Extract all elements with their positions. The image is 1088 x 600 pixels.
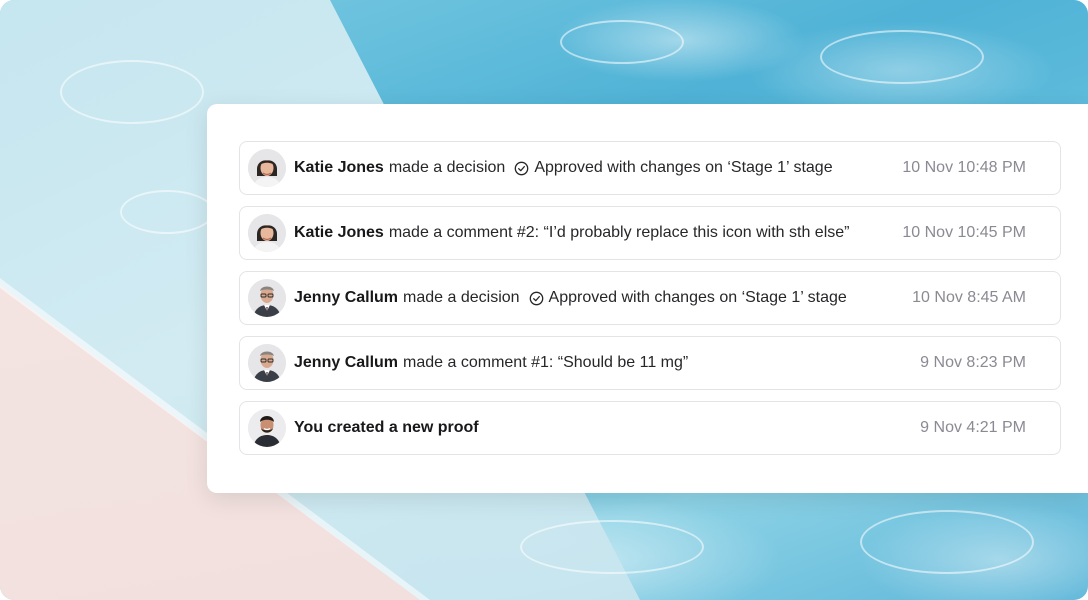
water-ripple bbox=[520, 520, 704, 574]
decision-label: Approved with changes on ‘Stage 1’ stage bbox=[534, 159, 833, 176]
water-ripple bbox=[820, 30, 984, 84]
activity-item[interactable]: Jenny Callum made a comment #1: “Should … bbox=[239, 336, 1061, 390]
water-ripple bbox=[120, 190, 214, 234]
activity-action: made a decision bbox=[403, 289, 520, 306]
user-name: Katie Jones bbox=[294, 159, 384, 176]
activity-text: Katie Jones made a comment #2: “I’d prob… bbox=[294, 224, 849, 242]
activity-action: made a comment #2: “I’d probably replace… bbox=[388, 224, 850, 241]
user-name: Jenny Callum bbox=[294, 289, 399, 306]
activity-timestamp: 10 Nov 8:45 AM bbox=[912, 289, 1026, 306]
decision-label: Approved with changes on ‘Stage 1’ stage bbox=[548, 289, 847, 306]
man-glasses-avatar-icon bbox=[248, 344, 286, 382]
woman-avatar-icon bbox=[248, 149, 286, 187]
activity-action: made a comment #1: “Should be 11 mg” bbox=[403, 354, 689, 371]
check-circle-icon bbox=[514, 161, 529, 175]
activity-text: Jenny Callum made a decision Approved wi… bbox=[294, 289, 847, 307]
activity-timestamp: 10 Nov 10:48 PM bbox=[902, 159, 1026, 176]
decision-status: Approved with changes on ‘Stage 1’ stage bbox=[514, 159, 833, 177]
activity-text: Katie Jones made a decision Approved wit… bbox=[294, 159, 833, 177]
activity-timestamp: 9 Nov 8:23 PM bbox=[920, 354, 1026, 371]
activity-item[interactable]: Katie Jones made a comment #2: “I’d prob… bbox=[239, 206, 1061, 260]
user-name: You created a new proof bbox=[294, 419, 479, 436]
user-name: Katie Jones bbox=[294, 224, 384, 241]
activity-item[interactable]: Katie Jones made a decision Approved wit… bbox=[239, 141, 1061, 195]
woman-avatar-icon bbox=[248, 214, 286, 252]
activity-text: Jenny Callum made a comment #1: “Should … bbox=[294, 354, 688, 372]
activity-action: made a decision bbox=[388, 159, 506, 176]
activity-list: Katie Jones made a decision Approved wit… bbox=[239, 141, 1061, 466]
man-beard-avatar-icon bbox=[248, 409, 286, 447]
water-ripple bbox=[560, 20, 684, 64]
water-ripple bbox=[60, 60, 204, 124]
activity-text: You created a new proof bbox=[294, 419, 479, 437]
activity-panel: Katie Jones made a decision Approved wit… bbox=[207, 104, 1088, 493]
water-ripple bbox=[860, 510, 1034, 574]
activity-item[interactable]: You created a new proof 9 Nov 4:21 PM bbox=[239, 401, 1061, 455]
activity-item[interactable]: Jenny Callum made a decision Approved wi… bbox=[239, 271, 1061, 325]
decision-status: Approved with changes on ‘Stage 1’ stage bbox=[529, 289, 847, 307]
man-glasses-avatar-icon bbox=[248, 279, 286, 317]
activity-timestamp: 10 Nov 10:45 PM bbox=[902, 224, 1026, 241]
user-name: Jenny Callum bbox=[294, 354, 399, 371]
activity-timestamp: 9 Nov 4:21 PM bbox=[920, 419, 1026, 436]
check-circle-icon bbox=[529, 291, 543, 305]
